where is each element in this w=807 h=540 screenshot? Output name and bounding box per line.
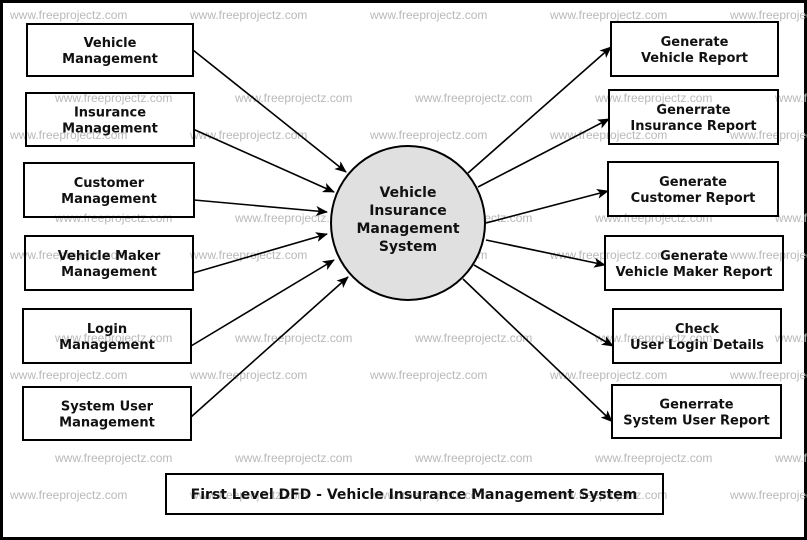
entity-label-line: Generrate [659,398,733,413]
entity-label-line: Check [675,322,719,337]
watermark-text: www.freeprojectz.com [189,248,307,262]
watermark-text: www.freeprojectz.com [729,248,807,262]
entity-label-line: Vehicle [84,36,137,51]
entity-label-line: Generate [659,175,727,190]
input-entity-1[interactable]: VehicleManagement [26,23,194,77]
watermark-text: www.freeprojectz.com [549,248,667,262]
watermark-text: www.freeprojectz.com [729,368,807,382]
entity-label-line: Management [59,416,155,431]
dfd-diagram: www.freeprojectz.com www.freeprojectz.com… [9,8,807,515]
input-entity-3[interactable]: CustomerManagement [23,162,195,218]
entity-label-line: Vehicle Maker [58,249,161,264]
data-flow-arrow-in [192,49,347,173]
entity-label-line: User Login Details [630,338,764,353]
entity-label-line: Management [62,52,158,67]
watermark-text: www.freeprojectz.com [9,368,127,382]
entity-label-line: Login [87,322,127,337]
central-process[interactable]: Vehicle Insurance Management System [330,145,486,301]
output-entity-6[interactable]: GenerrateSystem User Report [611,384,782,439]
watermark-text: www.freeprojectz.com [369,368,487,382]
watermark-text: www.freeprojectz.com [189,368,307,382]
entity-label-line: System User [61,400,154,415]
watermark-text: www.freeprojectz.com [9,488,127,502]
entity-label-line: Management [61,265,157,280]
process-label-line: System [379,239,437,255]
output-entity-1[interactable]: GenerateVehicle Report [610,21,779,77]
entity-label-line: Insurance Report [630,119,756,134]
watermark-text: www.freeprojectz.com [549,368,667,382]
data-flow-arrow-out [485,188,609,224]
data-flow-arrow-out [462,278,613,423]
watermark-text: www.freeprojectz.com [234,91,352,105]
process-label-line: Vehicle [380,185,437,201]
watermark-text: www.freeprojectz.com [774,331,807,345]
watermark-text: www.freeprojectz.com [549,8,667,22]
watermark-text: www.freeprojectz.com [369,8,487,22]
entity-label-line: Insurance [74,106,146,121]
watermark-text: www.freeprojectz.com [774,451,807,465]
process-label-line: Insurance [369,203,447,219]
watermark-text: www.freeprojectz.com [234,451,352,465]
watermark-text: www.freeprojectz.com [234,331,352,345]
entity-label-line: Management [61,192,157,207]
diagram-title: First Level DFD - Vehicle Insurance Mana… [165,473,664,515]
watermark-text: www.freeprojectz.com [189,8,307,22]
entity-label-line: Customer [74,176,145,191]
data-flow-arrow-out [467,46,612,174]
entity-label-line: Generrate [656,103,730,118]
watermark-text: www.freeprojectz.com [594,211,712,225]
watermark-text: www.freeprojectz.com [414,91,532,105]
entity-label-line: Generate [660,249,728,264]
entity-label-line: Customer Report [631,191,756,206]
input-entity-4[interactable]: Vehicle MakerManagement [24,235,194,291]
watermark-text: www.freeprojectz.com [729,8,807,22]
entity-label-line: Vehicle Maker Report [616,265,773,280]
input-entity-6[interactable]: System UserManagement [22,386,192,441]
title-text: First Level DFD - Vehicle Insurance Mana… [191,487,638,503]
watermark-text: www.freeprojectz.com [414,451,532,465]
output-entity-4[interactable]: GenerateVehicle Maker Report [604,235,784,291]
process-label-line: Management [356,221,459,237]
entity-label-line: Vehicle Report [641,51,748,66]
watermark-text: www.freeprojectz.com [369,128,487,142]
watermark-text: www.freeprojectz.com [54,451,172,465]
entity-label-line: Management [62,122,158,137]
data-flow-arrow-out [477,118,610,188]
watermark-text: www.freeprojectz.com [594,451,712,465]
entity-label-line: System User Report [623,414,769,429]
entity-label-line: Generate [661,35,729,50]
entity-label-line: Management [59,338,155,353]
output-entity-3[interactable]: GenerateCustomer Report [607,161,779,217]
watermark-text: www.freeprojectz.com [9,8,127,22]
watermark-text: www.freeprojectz.com [414,331,532,345]
watermark-text: www.freeprojectz.com [729,488,807,502]
